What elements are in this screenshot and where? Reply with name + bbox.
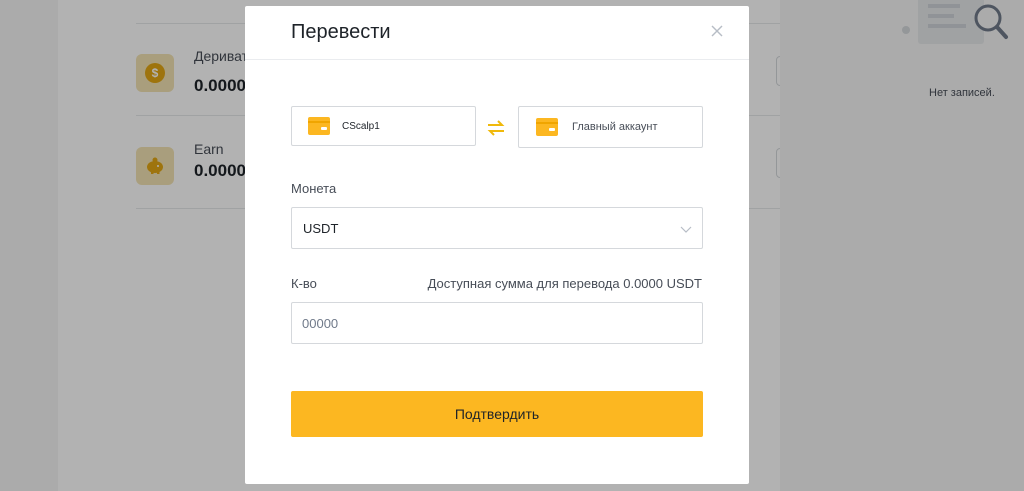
wallet-icon bbox=[308, 117, 330, 135]
from-account-selector[interactable]: CScalp1 bbox=[291, 106, 476, 146]
confirm-button[interactable]: Подтвердить bbox=[291, 391, 703, 437]
to-account-selector[interactable]: Главный аккаунт bbox=[518, 106, 703, 148]
coin-select[interactable]: USDT bbox=[291, 207, 703, 249]
from-account-label: CScalp1 bbox=[342, 120, 380, 132]
chevron-down-icon bbox=[680, 226, 692, 233]
modal-title: Перевести bbox=[291, 21, 391, 43]
to-account-label: Главный аккаунт bbox=[572, 121, 658, 133]
transfer-modal: Перевести CScalp1 Главный аккаунт Монета… bbox=[245, 6, 749, 484]
wallet-icon bbox=[536, 118, 558, 136]
close-icon[interactable] bbox=[709, 23, 725, 39]
swap-arrows-icon[interactable] bbox=[486, 120, 506, 136]
quantity-label: К-во bbox=[291, 276, 317, 291]
coin-select-value: USDT bbox=[303, 220, 339, 236]
quantity-input[interactable] bbox=[291, 302, 703, 344]
coin-label: Монета bbox=[291, 181, 337, 196]
available-amount-text: Доступная сумма для перевода 0.0000 USDT bbox=[427, 276, 702, 291]
modal-divider bbox=[245, 59, 749, 60]
